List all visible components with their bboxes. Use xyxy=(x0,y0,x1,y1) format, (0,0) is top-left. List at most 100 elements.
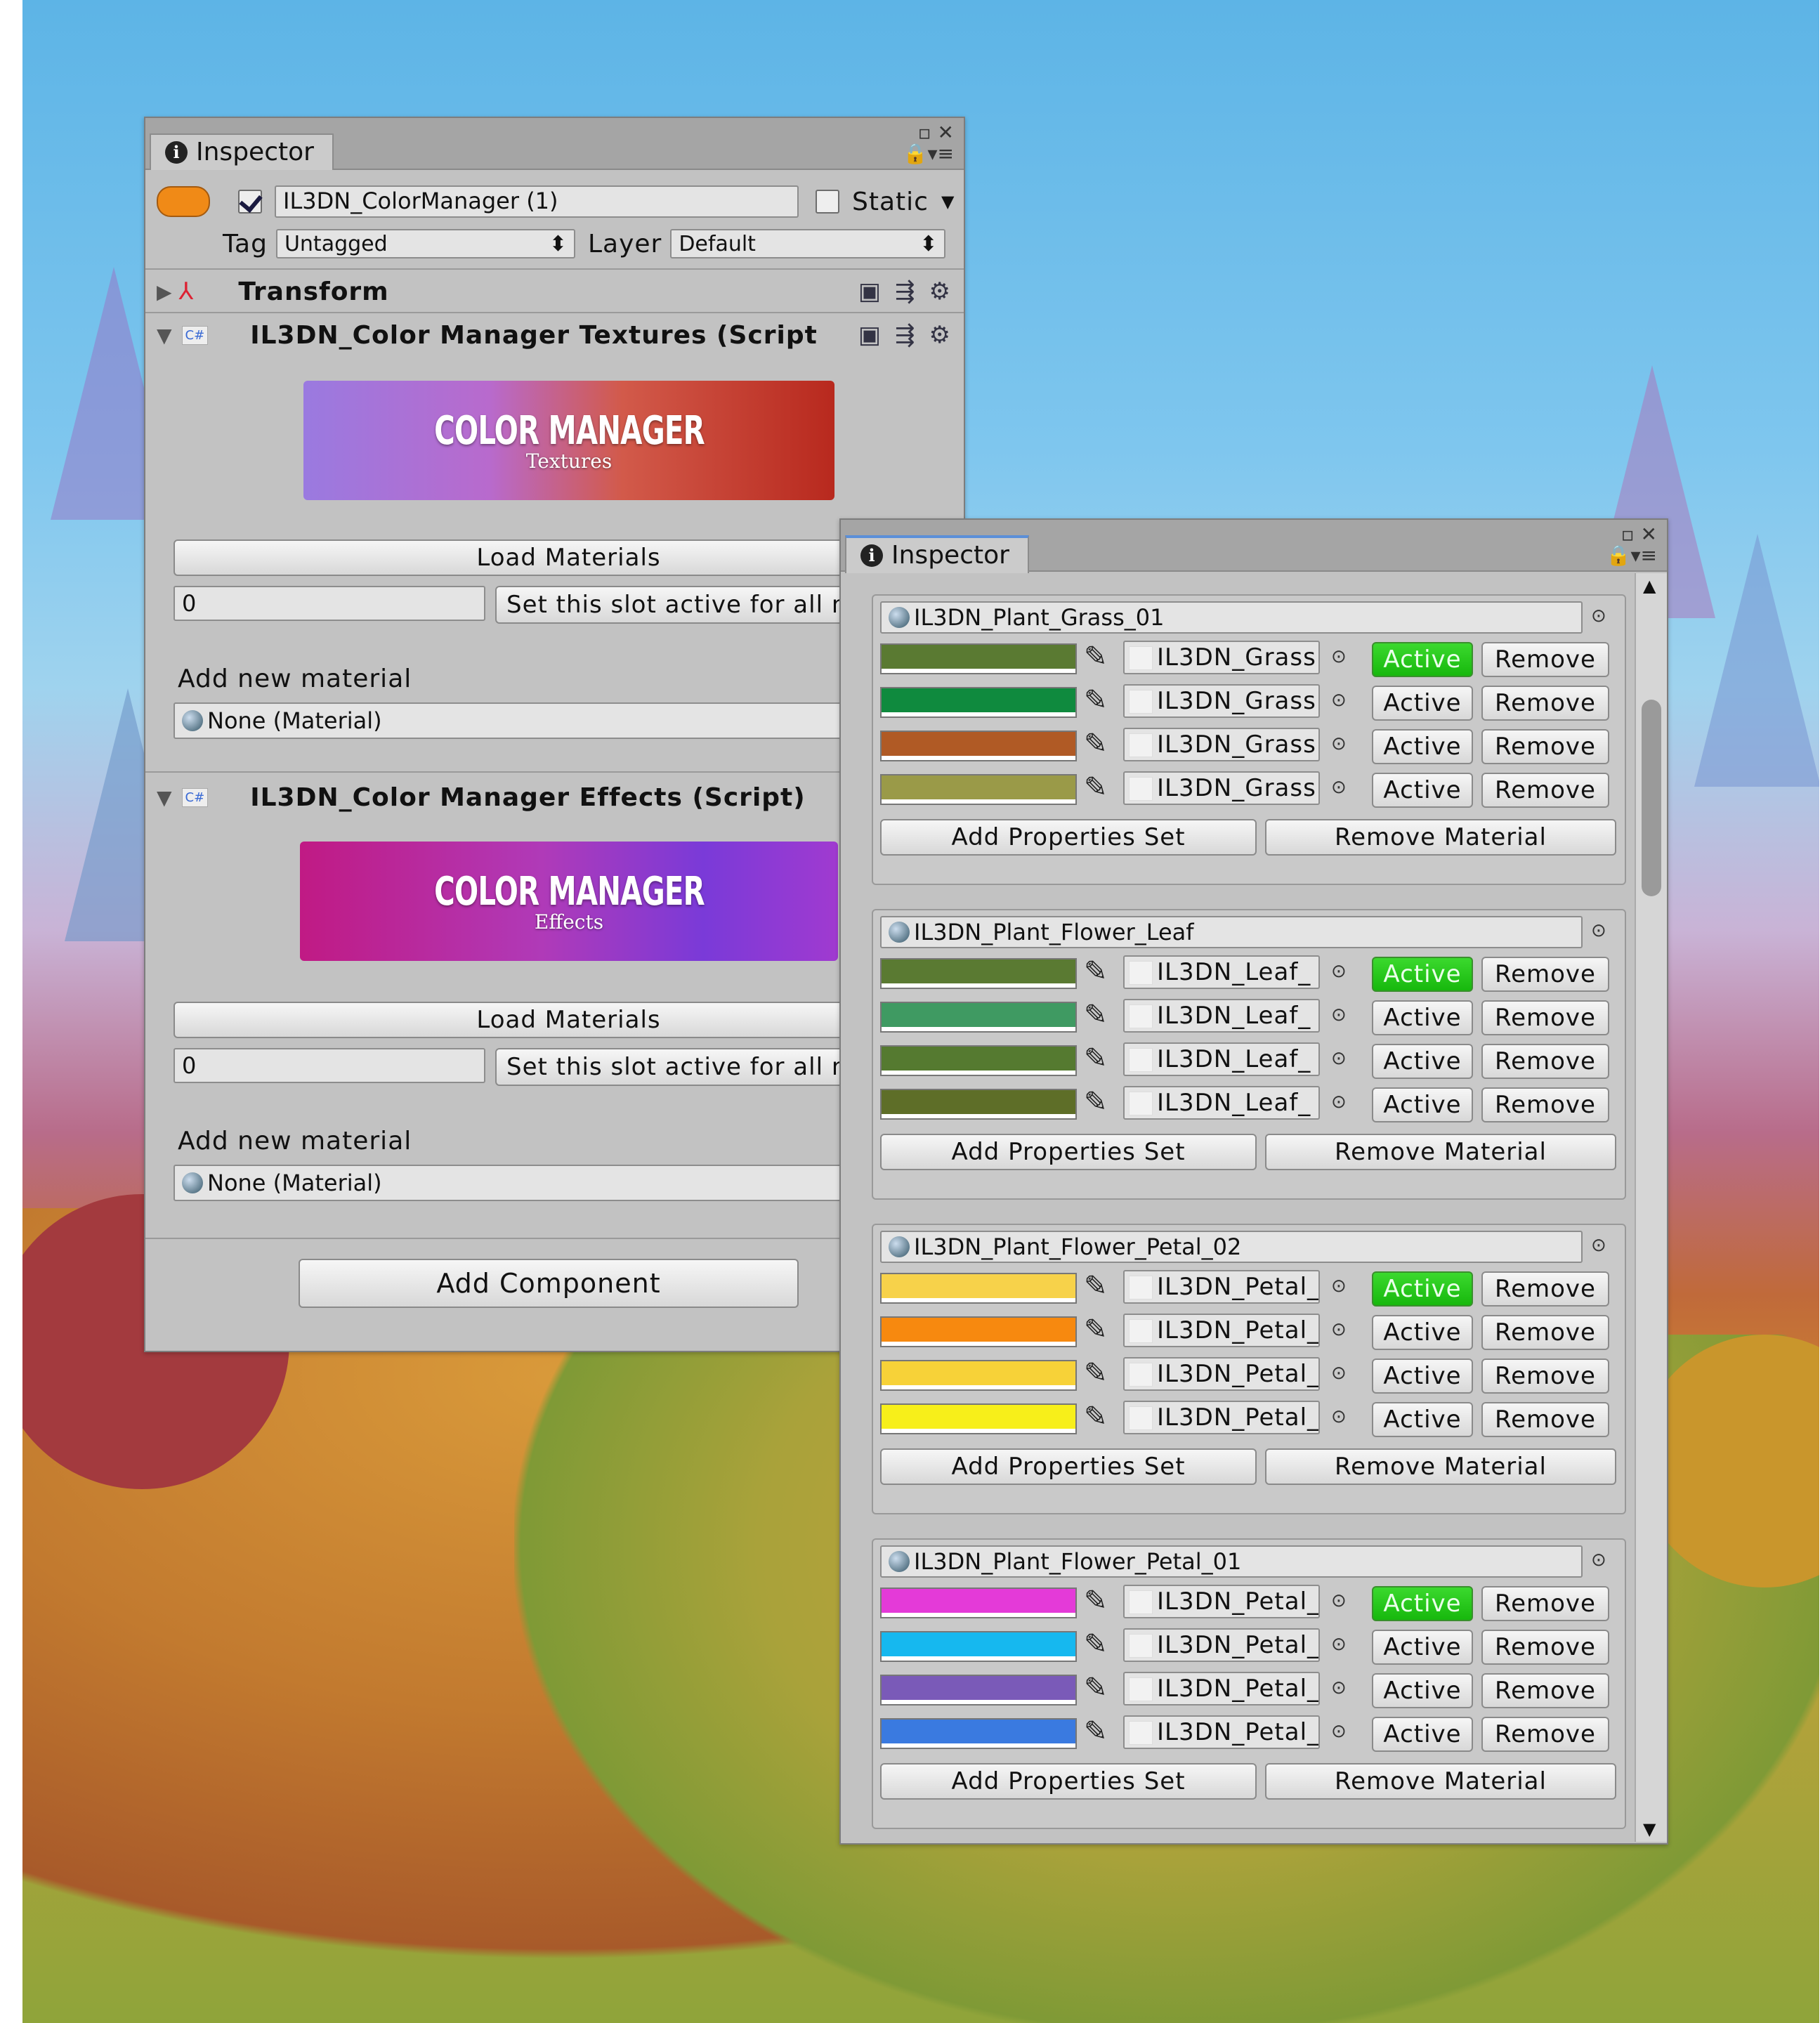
expand-arrow-icon[interactable]: ▶ xyxy=(157,280,172,303)
collapse-arrow-icon[interactable]: ▼ xyxy=(157,786,172,809)
eyedropper-icon[interactable]: ✎ xyxy=(1084,771,1108,804)
material-name-field[interactable]: IL3DN_Plant_Flower_Petal_02 xyxy=(880,1231,1583,1263)
object-picker-icon[interactable]: ⊙ xyxy=(1331,646,1347,667)
texture-field[interactable]: IL3DN_Petal_ xyxy=(1123,1715,1320,1749)
maximize-icon[interactable]: ▫ xyxy=(918,121,931,144)
remove-button[interactable]: Remove xyxy=(1481,1000,1609,1035)
active-button[interactable]: Active xyxy=(1372,1673,1473,1708)
eyedropper-icon[interactable]: ✎ xyxy=(1084,1357,1108,1389)
object-picker-icon[interactable]: ⊙ xyxy=(1591,605,1606,627)
eyedropper-icon[interactable]: ✎ xyxy=(1084,1585,1108,1617)
scroll-thumb[interactable] xyxy=(1642,700,1661,896)
object-picker-icon[interactable]: ⊙ xyxy=(1331,1721,1347,1742)
inspector-tab[interactable]: i Inspector xyxy=(845,535,1029,573)
color-swatch[interactable] xyxy=(880,643,1077,674)
help-book-icon[interactable]: ▣ xyxy=(858,277,881,306)
object-picker-icon[interactable]: ⊙ xyxy=(1331,1406,1347,1427)
remove-button[interactable]: Remove xyxy=(1481,1586,1609,1621)
add-properties-set-button[interactable]: Add Properties Set xyxy=(880,1763,1257,1800)
active-button[interactable]: Active xyxy=(1372,729,1473,764)
inspector-tab[interactable]: i Inspector xyxy=(150,133,334,170)
texture-field[interactable]: IL3DN_Grass xyxy=(1123,684,1320,718)
slot-index-input[interactable]: 0 xyxy=(174,1048,485,1083)
texture-field[interactable]: IL3DN_Leaf_ xyxy=(1123,999,1320,1033)
texture-field[interactable]: IL3DN_Petal_ xyxy=(1123,1357,1320,1391)
object-picker-icon[interactable]: ⊙ xyxy=(1331,777,1347,798)
texture-field[interactable]: IL3DN_Petal_ xyxy=(1123,1585,1320,1618)
add-component-button[interactable]: Add Component xyxy=(299,1259,799,1308)
preset-sliders-icon[interactable]: ⇶ xyxy=(895,321,915,349)
remove-button[interactable]: Remove xyxy=(1481,1673,1609,1708)
texture-field[interactable]: IL3DN_Leaf_ xyxy=(1123,955,1320,989)
remove-button[interactable]: Remove xyxy=(1481,1630,1609,1665)
eyedropper-icon[interactable]: ✎ xyxy=(1084,1270,1108,1302)
active-button[interactable]: Active xyxy=(1372,1087,1473,1122)
color-swatch[interactable] xyxy=(880,1045,1077,1076)
object-picker-icon[interactable]: ⊙ xyxy=(1591,1235,1606,1256)
maximize-icon[interactable]: ▫ xyxy=(1621,523,1635,546)
active-button[interactable]: Active xyxy=(1372,773,1473,808)
active-checkbox[interactable] xyxy=(238,190,262,214)
object-picker-icon[interactable]: ⊙ xyxy=(1331,1276,1347,1297)
color-swatch[interactable] xyxy=(880,1675,1077,1706)
remove-material-button[interactable]: Remove Material xyxy=(1265,819,1616,856)
eyedropper-icon[interactable]: ✎ xyxy=(1084,728,1108,760)
remove-button[interactable]: Remove xyxy=(1481,1271,1609,1307)
collapse-arrow-icon[interactable]: ▼ xyxy=(157,324,172,347)
eyedropper-icon[interactable]: ✎ xyxy=(1084,955,1108,988)
texture-field[interactable]: IL3DN_Petal_ xyxy=(1123,1314,1320,1347)
color-swatch[interactable] xyxy=(880,687,1077,718)
eyedropper-icon[interactable]: ✎ xyxy=(1084,1086,1108,1118)
component-title[interactable]: IL3DN_Color Manager Textures (Script xyxy=(250,321,818,350)
eyedropper-icon[interactable]: ✎ xyxy=(1084,1042,1108,1075)
add-properties-set-button[interactable]: Add Properties Set xyxy=(880,1134,1257,1170)
color-swatch[interactable] xyxy=(880,1360,1077,1391)
eyedropper-icon[interactable]: ✎ xyxy=(1084,1628,1108,1661)
object-picker-icon[interactable]: ⊙ xyxy=(1331,1048,1347,1069)
texture-field[interactable]: IL3DN_Petal_ xyxy=(1123,1628,1320,1662)
object-picker-icon[interactable]: ⊙ xyxy=(1331,1004,1347,1026)
add-properties-set-button[interactable]: Add Properties Set xyxy=(880,819,1257,856)
menu-icon[interactable]: ▾≡ xyxy=(1630,544,1657,567)
menu-icon[interactable]: ▾≡ xyxy=(927,142,954,165)
texture-field[interactable]: IL3DN_Grass xyxy=(1123,728,1320,761)
active-button[interactable]: Active xyxy=(1372,1586,1473,1621)
active-button[interactable]: Active xyxy=(1372,1630,1473,1665)
layer-dropdown[interactable]: Default ⬍ xyxy=(670,229,946,258)
close-icon[interactable]: ✕ xyxy=(938,121,954,144)
active-button[interactable]: Active xyxy=(1372,1000,1473,1035)
active-button[interactable]: Active xyxy=(1372,1359,1473,1394)
static-checkbox[interactable] xyxy=(816,190,839,214)
object-picker-icon[interactable]: ⊙ xyxy=(1331,1319,1347,1340)
eyedropper-icon[interactable]: ✎ xyxy=(1084,1672,1108,1704)
material-name-field[interactable]: IL3DN_Plant_Flower_Petal_01 xyxy=(880,1545,1583,1578)
color-swatch[interactable] xyxy=(880,1587,1077,1618)
object-picker-icon[interactable]: ⊙ xyxy=(1331,1677,1347,1698)
color-swatch[interactable] xyxy=(880,1403,1077,1434)
eyedropper-icon[interactable]: ✎ xyxy=(1084,1314,1108,1346)
remove-button[interactable]: Remove xyxy=(1481,773,1609,808)
object-picker-icon[interactable]: ⊙ xyxy=(1331,1363,1347,1384)
color-swatch[interactable] xyxy=(880,1718,1077,1749)
remove-button[interactable]: Remove xyxy=(1481,1717,1609,1752)
vertical-scrollbar[interactable]: ▲ ▼ xyxy=(1635,573,1667,1842)
remove-button[interactable]: Remove xyxy=(1481,957,1609,992)
color-swatch[interactable] xyxy=(880,1002,1077,1033)
slot-index-input[interactable]: 0 xyxy=(174,586,485,621)
color-swatch[interactable] xyxy=(880,958,1077,989)
object-picker-icon[interactable]: ⊙ xyxy=(1331,961,1347,982)
remove-button[interactable]: Remove xyxy=(1481,1315,1609,1350)
object-picker-icon[interactable]: ⊙ xyxy=(1591,920,1606,941)
remove-button[interactable]: Remove xyxy=(1481,642,1609,677)
remove-material-button[interactable]: Remove Material xyxy=(1265,1134,1616,1170)
gear-icon[interactable]: ⚙ xyxy=(929,321,950,349)
object-picker-icon[interactable]: ⊙ xyxy=(1331,1590,1347,1611)
color-swatch[interactable] xyxy=(880,731,1077,761)
static-dropdown-arrow-icon[interactable]: ▼ xyxy=(941,192,954,211)
help-book-icon[interactable]: ▣ xyxy=(858,321,881,349)
preset-sliders-icon[interactable]: ⇶ xyxy=(895,277,915,306)
eyedropper-icon[interactable]: ✎ xyxy=(1084,641,1108,673)
close-icon[interactable]: ✕ xyxy=(1641,523,1657,546)
eyedropper-icon[interactable]: ✎ xyxy=(1084,999,1108,1031)
color-swatch[interactable] xyxy=(880,774,1077,805)
